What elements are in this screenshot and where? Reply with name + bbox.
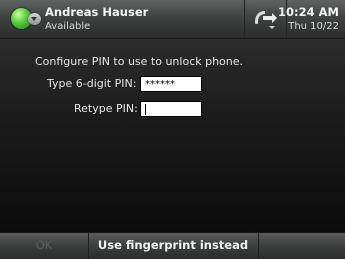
presence-button[interactable] bbox=[11, 8, 41, 30]
date: Thu 10/22 bbox=[288, 21, 339, 32]
ok-button[interactable]: OK bbox=[0, 233, 88, 259]
user-name: Andreas Hauser bbox=[45, 5, 149, 19]
retype-pin-label: Retype PIN: bbox=[74, 102, 138, 115]
pin-setup-panel: Configure PIN to use to unlock phone. Ty… bbox=[0, 39, 345, 232]
clock: 10:24 AM bbox=[278, 5, 339, 19]
chevron-down-icon bbox=[28, 13, 41, 25]
presence-status: Available bbox=[45, 21, 91, 32]
status-bar: Andreas Hauser Available 10:24 AM Thu 10… bbox=[0, 0, 345, 39]
pin-input-value: ****** bbox=[145, 79, 175, 90]
pin-label: Type 6-digit PIN: bbox=[47, 77, 137, 90]
retype-pin-input[interactable] bbox=[140, 101, 202, 117]
softkey-bar: OK Use fingerprint instead bbox=[0, 232, 345, 259]
text-cursor bbox=[145, 103, 146, 115]
instruction-text: Configure PIN to use to unlock phone. bbox=[35, 55, 244, 68]
phone-transfer-icon bbox=[255, 11, 277, 29]
pin-input[interactable]: ****** bbox=[140, 76, 202, 92]
empty-softkey[interactable] bbox=[259, 233, 345, 259]
use-fingerprint-button[interactable]: Use fingerprint instead bbox=[88, 233, 258, 259]
